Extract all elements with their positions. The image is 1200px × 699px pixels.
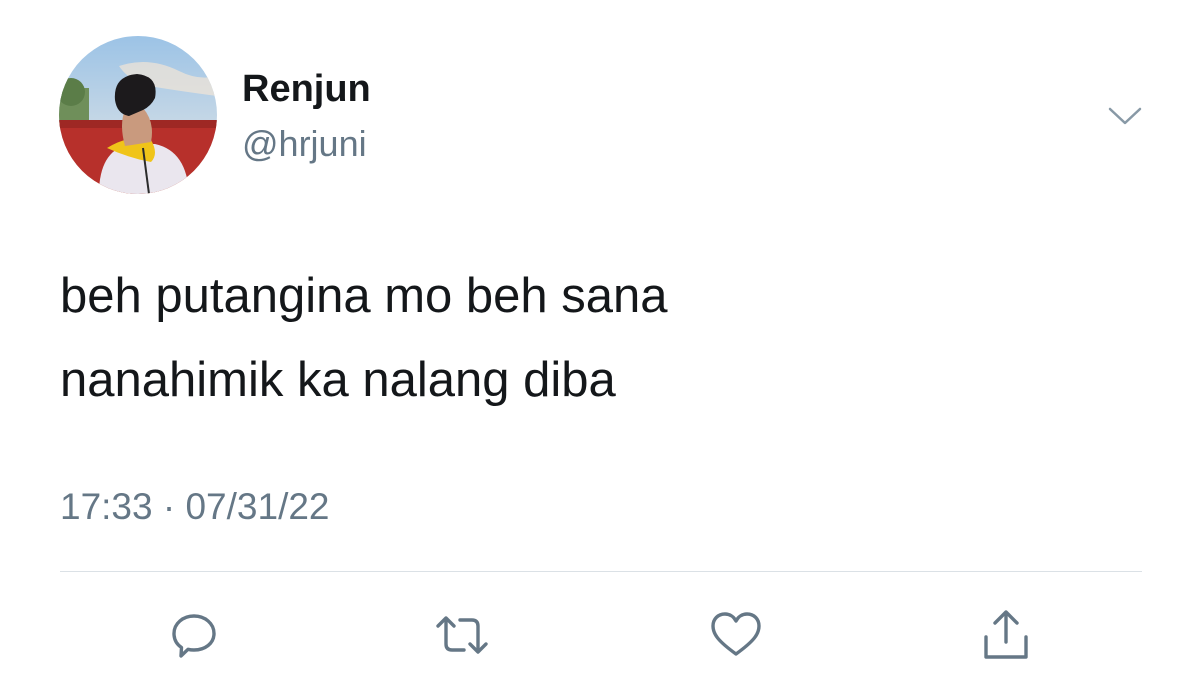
reply-button[interactable] — [164, 607, 224, 663]
like-button[interactable] — [706, 607, 766, 663]
heart-icon — [711, 612, 761, 656]
retweet-arrows-icon — [436, 616, 488, 654]
tweet-line: nanahimik ka nalang diba — [60, 353, 616, 407]
timestamp[interactable]: 17:33 · 07/31/22 — [60, 484, 330, 530]
speech-bubble-icon — [172, 614, 216, 658]
tweet-date: 07/31/22 — [185, 486, 330, 527]
tweet-time: 17:33 — [60, 486, 153, 527]
retweet-button[interactable] — [432, 607, 492, 663]
divider — [60, 571, 1142, 572]
tweet-line: beh putangina mo beh sana — [60, 269, 668, 323]
display-name[interactable]: Renjun — [242, 66, 371, 112]
tweet-text: beh putangina mo beh sana nanahimik ka n… — [60, 254, 668, 422]
share-button[interactable] — [976, 607, 1036, 663]
avatar-photo — [59, 36, 217, 194]
share-arrow-up-icon — [984, 610, 1028, 659]
chevron-down-icon[interactable] — [1105, 100, 1145, 130]
avatar[interactable] — [59, 36, 217, 194]
timestamp-separator: · — [162, 486, 176, 527]
username-handle[interactable]: @hrjuni — [242, 122, 367, 166]
